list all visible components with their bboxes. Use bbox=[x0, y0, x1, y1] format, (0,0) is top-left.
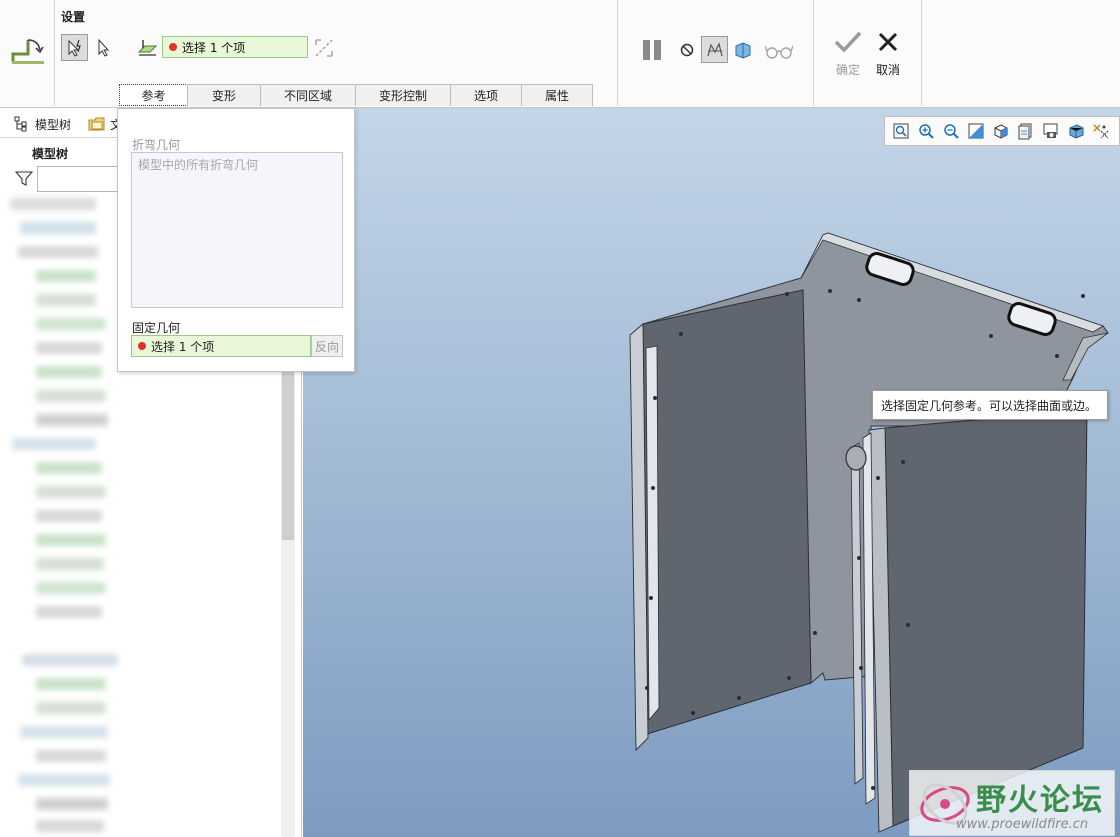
tab-options[interactable]: 选项 bbox=[450, 84, 522, 106]
fixed-geometry-icon bbox=[136, 36, 158, 58]
view-manager-icon[interactable] bbox=[1016, 121, 1036, 141]
confirm-label: 确定 bbox=[835, 63, 860, 77]
feature-preview-button[interactable] bbox=[764, 40, 794, 62]
fixed-geometry-panel-collector[interactable]: 选择 1 个项 bbox=[131, 335, 311, 357]
list-item[interactable] bbox=[18, 774, 110, 786]
prohibited-icon bbox=[680, 43, 694, 57]
auto-select-button[interactable] bbox=[61, 34, 88, 61]
tab-references[interactable]: 参考 bbox=[119, 84, 188, 106]
list-item[interactable] bbox=[18, 246, 98, 258]
list-item[interactable] bbox=[36, 390, 106, 402]
list-item[interactable] bbox=[36, 486, 106, 498]
flip-direction-icon[interactable] bbox=[312, 36, 336, 60]
pause-button[interactable] bbox=[638, 36, 666, 64]
settings-group-title: 设置 bbox=[61, 10, 86, 24]
flip-button[interactable]: 反向 bbox=[311, 335, 343, 357]
refit-icon[interactable] bbox=[891, 121, 911, 141]
separate-preview-button[interactable] bbox=[701, 36, 728, 63]
solid-preview-icon bbox=[735, 42, 751, 59]
ribbon-separator bbox=[813, 0, 814, 106]
unbend-feature-icon[interactable] bbox=[10, 34, 46, 66]
watermark-title: 野火论坛 bbox=[976, 783, 1104, 818]
list-item[interactable] bbox=[36, 318, 106, 330]
list-item[interactable] bbox=[20, 222, 96, 234]
watermark-url: www.proewildfire.cn bbox=[956, 817, 1089, 832]
ribbon-toolbar: 设置 选择 1 个项 参考 变形 不同区域 变形控制 选项 属性 确定 取消 bbox=[0, 0, 1120, 108]
repaint-icon[interactable] bbox=[966, 121, 986, 141]
references-panel: 折弯几何 模型中的所有折弯几何 固定几何 选择 1 个项 反向 bbox=[117, 108, 355, 372]
folder-icon bbox=[88, 117, 105, 131]
pause-icon bbox=[643, 40, 661, 60]
auto-select-icon bbox=[68, 39, 81, 57]
list-item[interactable] bbox=[36, 414, 108, 426]
cancel-button[interactable]: 取消 bbox=[868, 30, 908, 78]
list-item[interactable] bbox=[36, 702, 106, 714]
bend-geometry-label: 折弯几何 bbox=[132, 138, 181, 152]
tree-filter-input[interactable] bbox=[37, 166, 119, 192]
tab-deform[interactable]: 变形 bbox=[187, 84, 261, 106]
list-item[interactable] bbox=[36, 582, 106, 594]
fixed-geometry-panel-text: 选择 1 个项 bbox=[151, 339, 215, 354]
fixed-geometry-collector-text: 选择 1 个项 bbox=[182, 40, 246, 55]
list-item[interactable] bbox=[12, 438, 96, 450]
ribbon-separator bbox=[54, 0, 55, 106]
fixed-geometry-collector[interactable]: 选择 1 个项 bbox=[162, 36, 308, 58]
list-item[interactable] bbox=[36, 510, 102, 522]
list-item[interactable] bbox=[20, 726, 108, 738]
tab-deformation-control[interactable]: 变形控制 bbox=[355, 84, 451, 106]
bend-geometry-placeholder: 模型中的所有折弯几何 bbox=[138, 158, 259, 172]
confirm-button[interactable]: 确定 bbox=[828, 30, 868, 78]
list-item[interactable] bbox=[36, 366, 102, 378]
tab-model-tree-label: 模型树 bbox=[35, 117, 72, 132]
watermark: 野火论坛 www.proewildfire.cn bbox=[909, 770, 1115, 836]
view-toolbar bbox=[884, 116, 1120, 146]
cursor-icon bbox=[98, 38, 110, 57]
ribbon-separator bbox=[921, 0, 922, 106]
perspective-view-icon[interactable] bbox=[1041, 121, 1061, 141]
sheetmetal-model[interactable] bbox=[303, 108, 1120, 837]
verify-preview-button[interactable] bbox=[732, 38, 754, 62]
glasses-icon bbox=[765, 45, 793, 59]
display-style-icon[interactable] bbox=[1066, 121, 1086, 141]
required-indicator bbox=[138, 342, 146, 350]
fixed-geometry-label: 固定几何 bbox=[132, 321, 181, 335]
saved-orientations-icon[interactable] bbox=[991, 121, 1011, 141]
zoom-in-icon[interactable] bbox=[916, 121, 936, 141]
bend-geometry-collector[interactable]: 模型中的所有折弯几何 bbox=[131, 152, 343, 308]
list-item[interactable] bbox=[36, 820, 104, 832]
no-preview-button[interactable] bbox=[677, 40, 697, 60]
tree-scrollbar-thumb[interactable] bbox=[282, 370, 294, 540]
list-item[interactable] bbox=[36, 750, 106, 762]
tab-model-tree[interactable]: 模型树 bbox=[14, 114, 71, 134]
manual-select-button[interactable] bbox=[92, 34, 116, 61]
close-icon bbox=[878, 32, 898, 52]
list-item[interactable] bbox=[36, 270, 96, 282]
tab-deviation-areas[interactable]: 不同区域 bbox=[260, 84, 356, 106]
list-item[interactable] bbox=[36, 606, 102, 618]
list-item[interactable] bbox=[10, 198, 96, 210]
tab-properties[interactable]: 属性 bbox=[521, 84, 593, 106]
list-item[interactable] bbox=[36, 798, 108, 810]
list-item[interactable] bbox=[36, 678, 106, 690]
list-item[interactable] bbox=[36, 294, 96, 306]
list-item[interactable] bbox=[36, 534, 106, 546]
feature-tabs: 参考 变形 不同区域 变形控制 选项 属性 bbox=[119, 84, 593, 106]
model-tree-title: 模型树 bbox=[32, 147, 69, 161]
mesh-preview-icon bbox=[706, 41, 723, 56]
list-item[interactable] bbox=[36, 558, 104, 570]
filter-icon[interactable] bbox=[14, 171, 34, 190]
graphics-viewport[interactable]: 选择固定几何参考。可以选择曲面或边。 野火论坛 www.proewildfire… bbox=[303, 108, 1120, 837]
list-item[interactable] bbox=[36, 462, 102, 474]
datum-display-icon[interactable] bbox=[1091, 121, 1111, 141]
model-tree-icon bbox=[14, 116, 27, 132]
zoom-out-icon[interactable] bbox=[941, 121, 961, 141]
ribbon-separator bbox=[617, 0, 618, 106]
list-item[interactable] bbox=[22, 654, 118, 666]
checkmark-icon bbox=[834, 31, 862, 53]
selection-tooltip: 选择固定几何参考。可以选择曲面或边。 bbox=[872, 390, 1108, 420]
list-item[interactable] bbox=[36, 342, 102, 354]
cancel-label: 取消 bbox=[875, 63, 900, 77]
required-indicator bbox=[169, 43, 177, 51]
